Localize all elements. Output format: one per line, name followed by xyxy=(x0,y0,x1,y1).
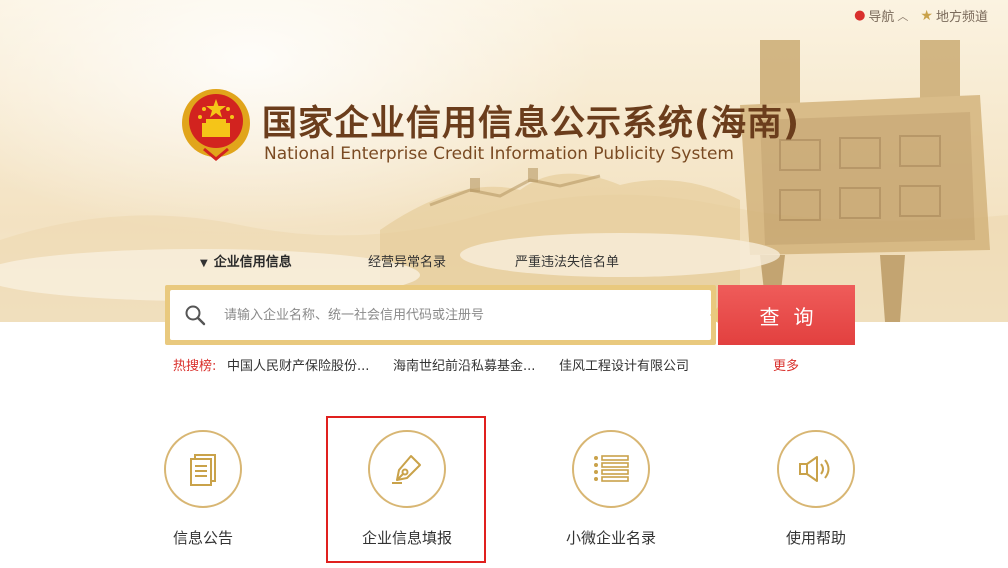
site-title: 国家企业信用信息公示系统(海南) xyxy=(262,104,800,144)
national-emblem-icon xyxy=(182,89,250,161)
search-bar: 查询 xyxy=(165,285,855,345)
feature-info-announcement[interactable]: 信息公告 xyxy=(143,430,263,548)
feature-icon-circle xyxy=(777,430,855,508)
feature-help[interactable]: 使用帮助 xyxy=(756,430,876,548)
local-channel-link[interactable]: ★ 地方频道 xyxy=(920,6,988,26)
search-input-wrapper xyxy=(170,290,711,340)
search-box-frame xyxy=(165,285,716,345)
feature-label: 小微企业名录 xyxy=(565,529,656,547)
selection-highlight-box xyxy=(326,416,486,563)
list-icon xyxy=(594,455,629,482)
document-icon xyxy=(190,454,216,486)
chevron-up-icon: ︿ xyxy=(897,9,909,23)
search-button[interactable]: 查询 xyxy=(710,285,855,345)
more-link[interactable]: 更多 xyxy=(773,355,799,374)
hero-banner: ● 导航 ︿ ★ 地方频道 国家企业信用信息公示系统(海南) National … xyxy=(0,0,1008,322)
top-utility-bar: ● 导航 ︿ ★ 地方频道 xyxy=(854,6,988,26)
location-pin-icon: ● xyxy=(854,8,866,23)
tab-credit-info[interactable]: ▼ 企业信用信息 xyxy=(200,251,292,270)
tab-abnormal-list[interactable]: 经营异常名录 xyxy=(368,251,446,270)
tab-label: 严重违法失信名单 xyxy=(515,255,620,270)
search-icon xyxy=(185,305,206,326)
triangle-down-icon: ▼ xyxy=(200,258,208,269)
star-icon: ★ xyxy=(920,7,933,24)
tab-serious-violation-list[interactable]: 严重违法失信名单 xyxy=(515,251,619,270)
search-input[interactable] xyxy=(222,306,686,324)
tab-label: 企业信用信息 xyxy=(213,255,292,270)
nav-link-label: 导航 xyxy=(868,10,895,25)
local-channel-label: 地方频道 xyxy=(935,10,988,25)
feature-icon-circle xyxy=(164,430,242,508)
feature-small-enterprise-list[interactable]: 小微企业名录 xyxy=(551,430,671,548)
hot-search-label: 热搜榜: xyxy=(173,359,217,374)
feature-icon-circle xyxy=(572,430,650,508)
hot-search-item[interactable]: 佳风工程设计有限公司 xyxy=(559,355,689,374)
feature-label: 信息公告 xyxy=(172,529,233,547)
feature-label: 使用帮助 xyxy=(785,529,846,547)
nav-link[interactable]: ● 导航 ︿ xyxy=(854,6,908,25)
tab-label: 经营异常名录 xyxy=(368,255,447,270)
hot-search-item[interactable]: 海南世纪前沿私募基金... xyxy=(393,355,535,374)
hot-search-item[interactable]: 中国人民财产保险股份... xyxy=(227,355,369,374)
hot-search-list: 热搜榜: 中国人民财产保险股份... 海南世纪前沿私募基金... 佳风工程设计有… xyxy=(173,355,689,374)
speaker-icon xyxy=(799,456,830,482)
site-subtitle: National Enterprise Credit Information P… xyxy=(264,144,734,164)
